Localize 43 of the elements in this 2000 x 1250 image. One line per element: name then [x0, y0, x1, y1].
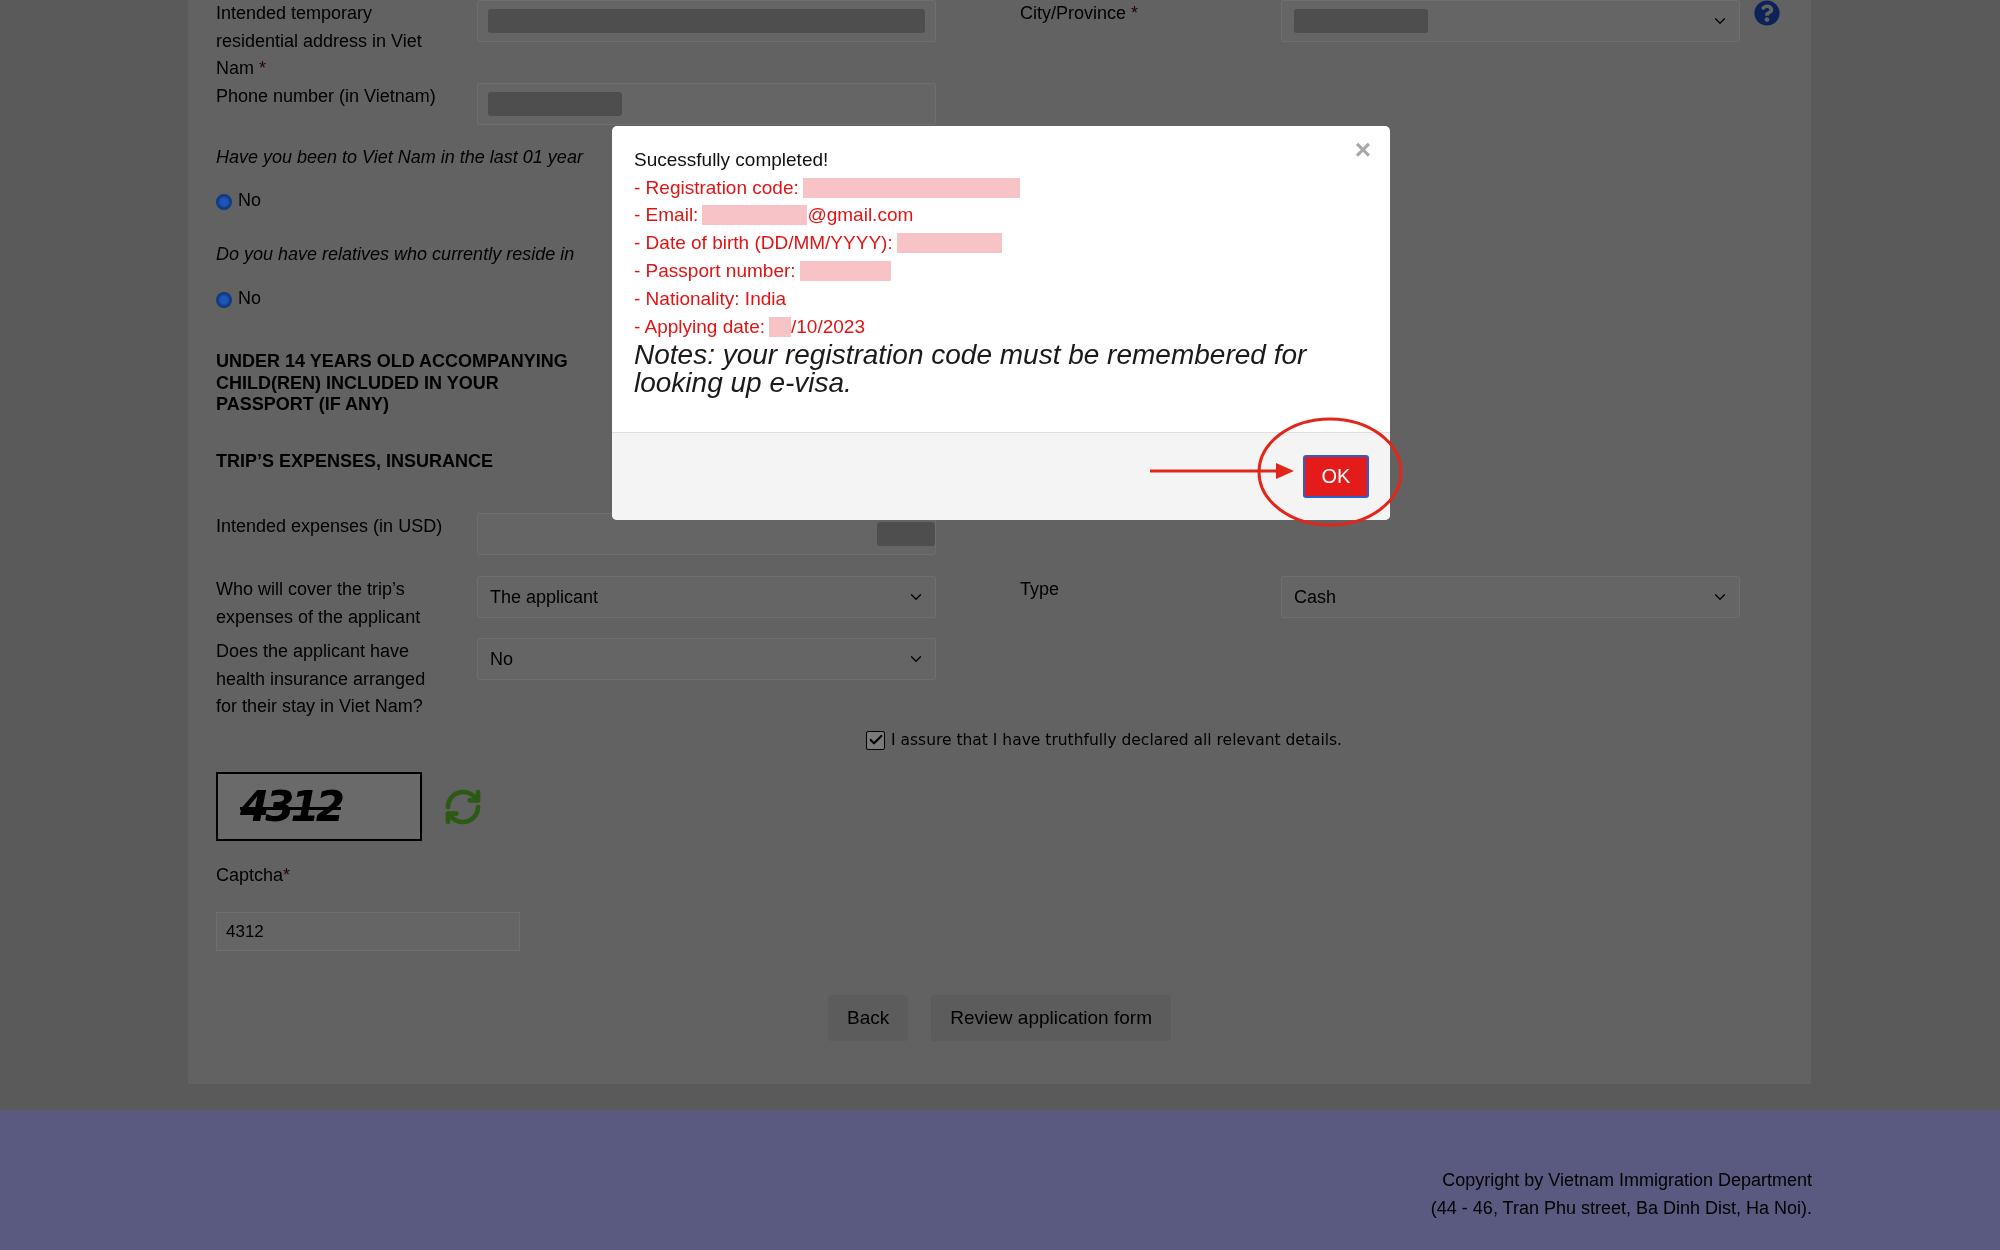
select-field[interactable]: The applicant: [477, 576, 936, 618]
ok-button[interactable]: OK: [1303, 454, 1369, 498]
footer-text: (44 - 46, Tran Phu street, Ba Dinh Dist, Ha Noi).: [1430, 1197, 1812, 1220]
field-label: Captcha*: [216, 863, 291, 887]
section-heading: TRIP’S EXPENSES, INSURANCE: [216, 451, 494, 473]
field-label: Intended temporary residential address in Viet Nam *: [216, 2, 423, 80]
detail-value: /10/2023: [791, 315, 865, 338]
question-text: Have you been to Viet Nam in the last 01 year: [216, 145, 583, 169]
field-label: Phone number (in Vietnam): [216, 84, 437, 108]
detail-value: @gmail.com: [807, 204, 914, 227]
select-field[interactable]: [1281, 0, 1740, 42]
select-field[interactable]: No: [477, 638, 936, 680]
field-label: Type: [1020, 578, 1061, 601]
detail-label: - Passport number:: [634, 260, 796, 283]
detail-label: - Nationality: India: [634, 287, 787, 310]
field-label: Intended expenses (in USD): [216, 515, 444, 538]
input-field[interactable]: [477, 0, 936, 42]
detail-label: - Email:: [634, 204, 699, 227]
dialog-note: Notes: your registration code must be remembered for looking up e-visa.: [634, 340, 1309, 397]
help-icon[interactable]: [1754, 0, 1780, 26]
close-button[interactable]: ×: [1354, 138, 1371, 162]
input-field[interactable]: [477, 82, 936, 125]
checkbox[interactable]: [866, 730, 885, 750]
detail-label: - Date of birth (DD/MM/YYYY):: [634, 232, 893, 255]
radio-button[interactable]: [216, 291, 232, 308]
radio-button[interactable]: [216, 193, 232, 210]
back-button[interactable]: Back: [828, 995, 909, 1041]
declaration-text: I assure that I have truthfully declared all relevant details.: [891, 731, 1343, 749]
option-label: No: [238, 189, 261, 211]
question-text: Do you have relatives who currently reside in: [216, 242, 575, 266]
field-label: City/Province *: [1020, 2, 1140, 25]
select-field[interactable]: Cash: [1281, 576, 1740, 618]
captcha-input[interactable]: 4312: [216, 912, 520, 951]
detail-label: - Registration code:: [634, 176, 799, 199]
dialog-title: Sucessfully completed!: [634, 148, 829, 172]
section-heading: UNDER 14 YEARS OLD ACCOMPANYING CHILD(REN) INCLUDED IN YOUR PASSPORT (IF ANY): [216, 351, 569, 416]
captcha-text: 4312: [240, 782, 341, 831]
detail-label: - Applying date:: [634, 315, 765, 338]
field-label: Does the applicant have health insurance arranged for their stay in Viet Nam?: [216, 640, 427, 718]
footer-text: Copyright by Vietnam Immigration Department: [1442, 1169, 1812, 1192]
option-label: No: [238, 287, 261, 309]
field-label: Who will cover the trip’s expenses of the applicant: [216, 578, 422, 629]
review-button[interactable]: Review application form: [931, 995, 1171, 1041]
